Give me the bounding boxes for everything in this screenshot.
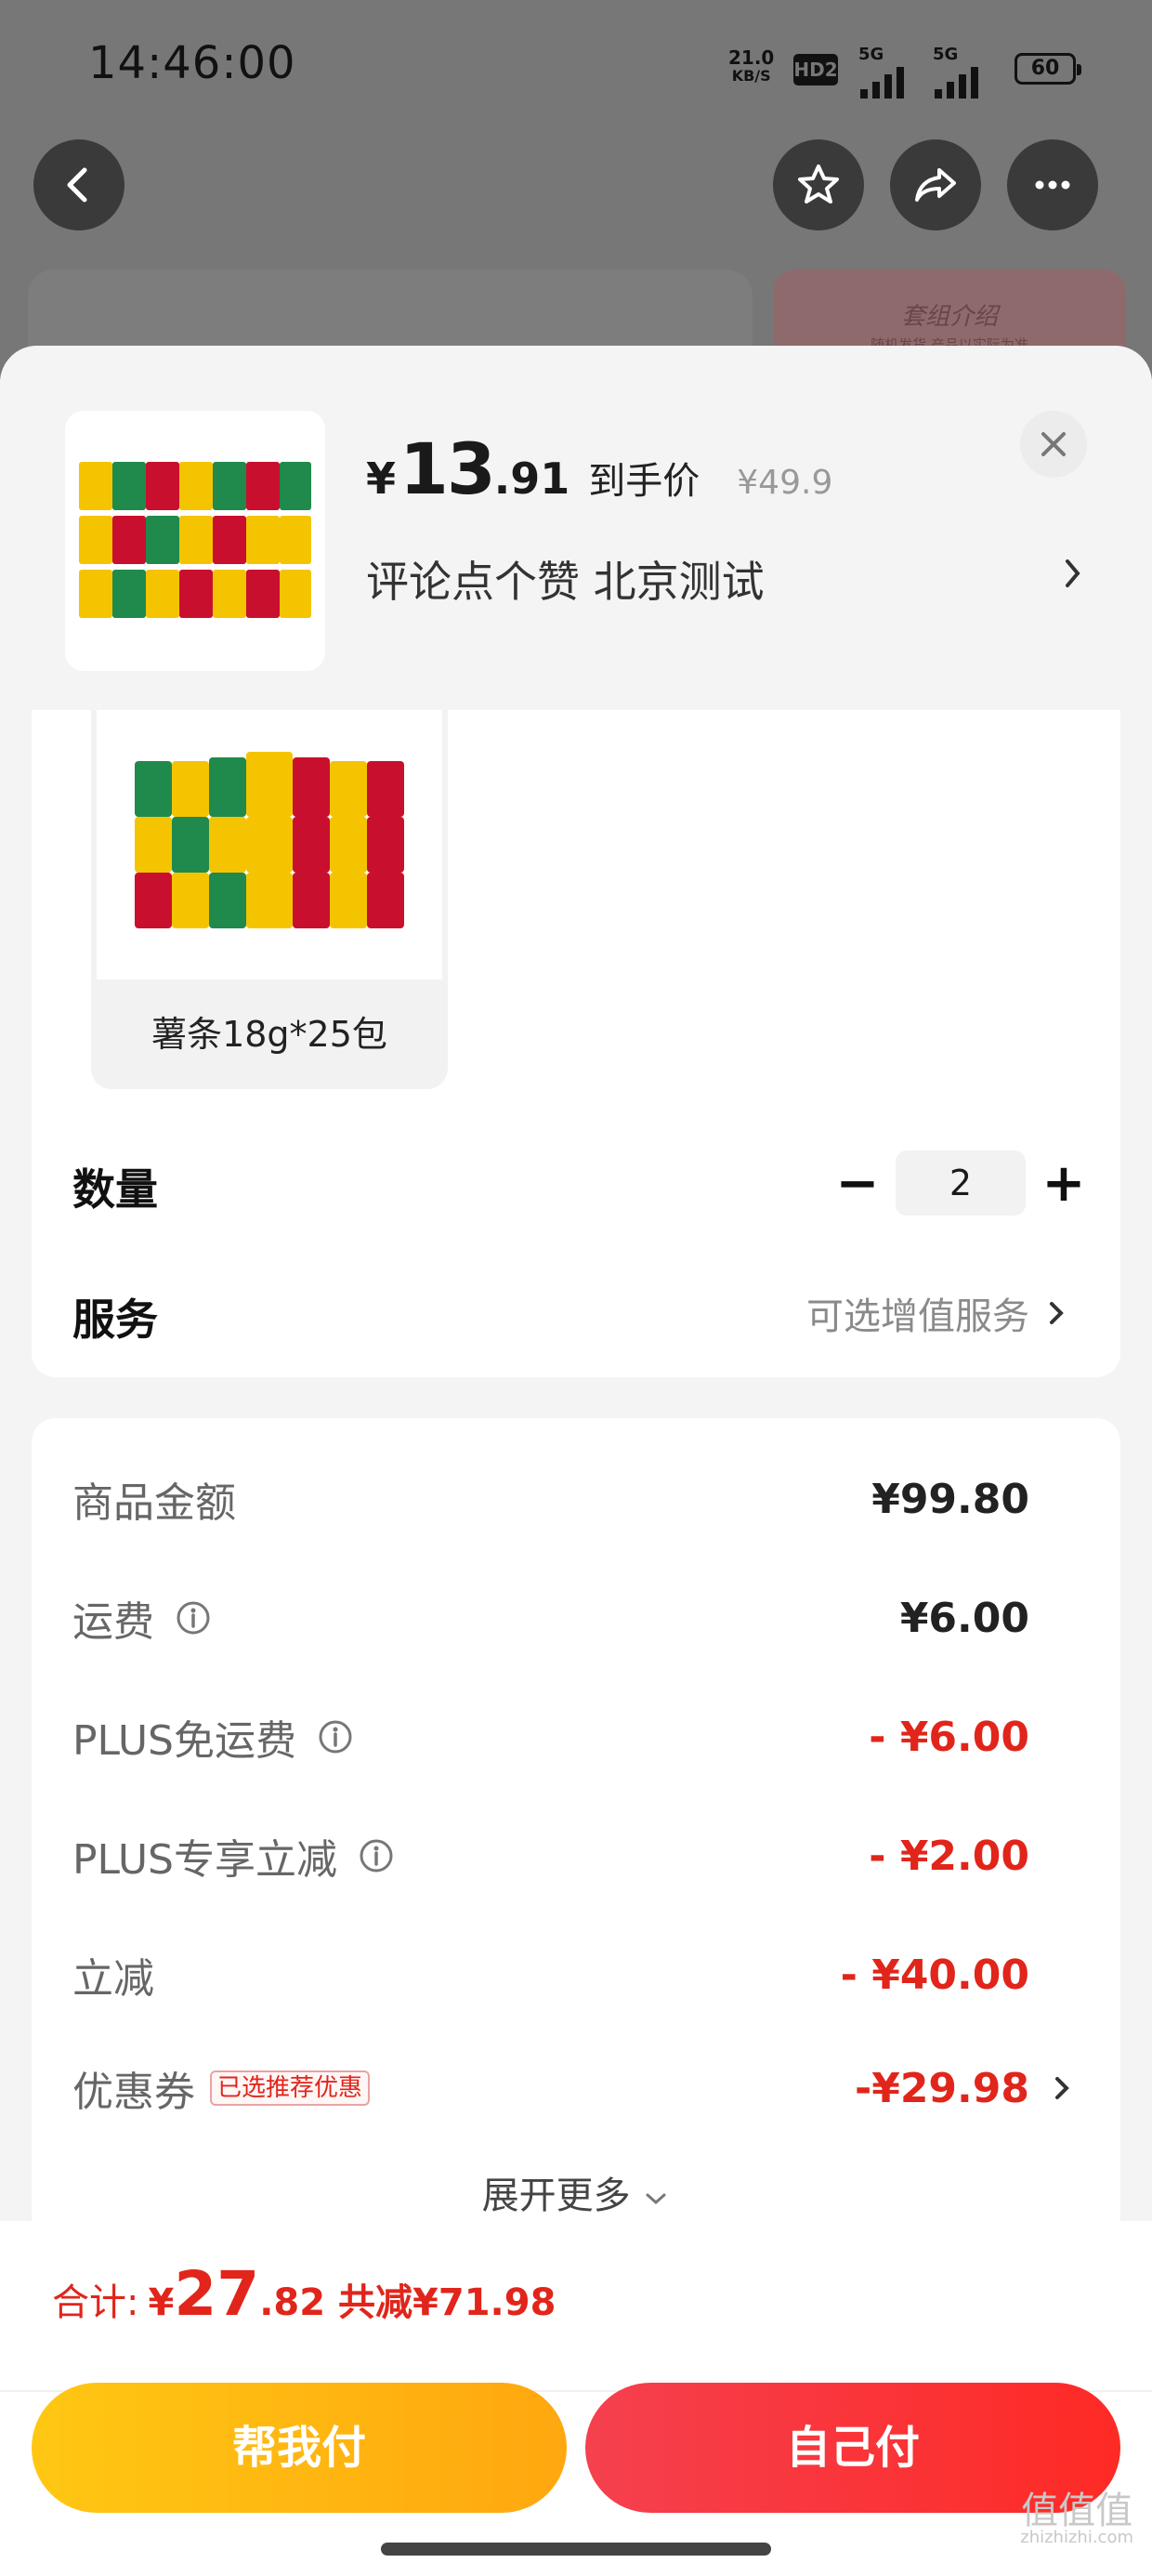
original-price: ¥49.9: [737, 464, 833, 502]
network-speed: 21.0 KB/S: [728, 48, 774, 85]
service-label: 服务: [72, 1295, 158, 1345]
fee-value: - ¥40.00: [840, 1951, 1029, 1999]
total-saved: 共减¥71.98: [338, 2281, 556, 2324]
total-decimal: .82: [259, 2281, 326, 2324]
price-currency: ¥: [366, 453, 397, 504]
watermark-sub: zhizhizhi.com: [1020, 2528, 1133, 2547]
info-icon[interactable]: [358, 1837, 395, 1874]
fee-label: 商品金额: [72, 1479, 236, 1527]
service-selector[interactable]: 可选增值服务: [806, 1286, 1067, 1340]
status-time: 14:46:00: [88, 37, 296, 89]
total-currency: ¥: [148, 2281, 175, 2324]
expand-more-link[interactable]: 展开更多: [32, 2165, 1120, 2219]
fee-label: 运费: [72, 1598, 154, 1646]
watermark: 值值值 zhizhizhi.com: [1020, 2492, 1133, 2546]
sheet-header: ¥ 13 .91 到手价 ¥49.9 评论点个赞 北京测试: [0, 346, 1152, 710]
fee-row-plus-free-shipping: PLUS免运费 - ¥6.00: [72, 1704, 1029, 1769]
close-button[interactable]: [1020, 411, 1087, 478]
fee-label: PLUS免运费: [72, 1717, 296, 1765]
fee-value: - ¥6.00: [869, 1713, 1029, 1761]
variant-label: 薯条18g*25包: [151, 1014, 387, 1055]
total-integer: 27: [174, 2258, 260, 2330]
options-card: 薯条18g*25包 数量 − 2 + 服务 可选增值服务: [32, 710, 1120, 1377]
home-indicator[interactable]: [381, 2543, 771, 2556]
more-dots-icon: [1035, 180, 1070, 190]
chips-pack-image: [79, 462, 311, 618]
signal-label-1: 5G: [858, 45, 884, 64]
chips-pack-image: [135, 752, 404, 928]
total-label: 合计:: [52, 2281, 139, 2324]
battery-icon: 60: [1015, 53, 1081, 85]
share-button[interactable]: [890, 139, 981, 230]
fee-value: -¥29.98: [854, 2064, 1029, 2112]
network-speed-unit: KB/S: [731, 67, 771, 85]
watermark-main: 值值值: [1021, 2490, 1133, 2532]
set-intro-title: 套组介绍: [900, 303, 998, 331]
fee-row-instant-discount: 立减 - ¥40.00: [72, 1942, 1029, 2007]
chevron-right-icon: [1050, 1302, 1064, 1324]
back-arrow-icon: [67, 167, 87, 203]
network-speed-value: 21.0: [728, 46, 775, 69]
more-button[interactable]: [1007, 139, 1098, 230]
chevron-right-icon[interactable]: [1059, 550, 1087, 597]
quantity-input[interactable]: 2: [896, 1150, 1026, 1216]
info-icon[interactable]: [317, 1718, 354, 1755]
selected-spec-summary[interactable]: 评论点个赞 北京测试: [366, 548, 765, 610]
price-decimal: .91: [493, 453, 570, 504]
service-value: 可选增值服务: [806, 1295, 1029, 1338]
fee-label: PLUS专享立减: [72, 1836, 337, 1884]
order-total: 合计: ¥ 27 .82 共减¥71.98: [52, 2258, 556, 2330]
fee-row-shipping: 运费 ¥6.00: [72, 1585, 1029, 1650]
fee-row-plus-discount: PLUS专享立减 - ¥2.00: [72, 1823, 1029, 1888]
share-icon: [915, 168, 956, 202]
hd-voice-icon: HD2: [793, 54, 838, 85]
fee-value: - ¥2.00: [869, 1832, 1029, 1880]
quantity-label: 数量: [72, 1164, 158, 1215]
quantity-minus-button[interactable]: −: [825, 1150, 890, 1216]
quantity-plus-button[interactable]: +: [1031, 1150, 1096, 1216]
pay-for-me-button[interactable]: 帮我付: [32, 2383, 567, 2513]
coupon-badge: 已选推荐优惠: [210, 2070, 371, 2106]
fee-label: 立减: [72, 1955, 154, 2003]
product-thumbnail: [65, 411, 325, 671]
fee-value: ¥6.00: [899, 1594, 1029, 1642]
fee-row-coupon[interactable]: 优惠券 已选推荐优惠 -¥29.98: [72, 2056, 1029, 2121]
price-integer: 13: [399, 427, 496, 510]
close-icon: [1041, 432, 1066, 456]
favorite-button[interactable]: [773, 139, 864, 230]
purchase-sheet: ¥ 13 .91 到手价 ¥49.9 评论点个赞 北京测试 薯条18g*25包 …: [0, 346, 1152, 2576]
fee-row-goods: 商品金额 ¥99.80: [72, 1466, 1029, 1531]
chevron-down-icon: [646, 2193, 666, 2205]
back-button[interactable]: [33, 139, 124, 230]
fee-label: 优惠券: [72, 2069, 195, 2116]
chevron-right-icon[interactable]: [1052, 2070, 1072, 2107]
star-icon: [798, 164, 839, 204]
signal-label-2: 5G: [933, 45, 959, 64]
variant-option-selected[interactable]: 薯条18g*25包: [91, 710, 448, 1089]
fee-value: ¥99.80: [871, 1475, 1029, 1523]
expand-more-label: 展开更多: [481, 2175, 631, 2217]
price-row: ¥ 13 .91 到手价 ¥49.9: [366, 427, 832, 510]
quantity-stepper: − 2 +: [825, 1150, 1096, 1216]
variant-image: [97, 710, 442, 979]
final-price-tag: 到手价: [588, 460, 700, 503]
info-icon[interactable]: [175, 1599, 212, 1636]
fee-breakdown-card: 商品金额 ¥99.80 运费 ¥6.00 PLUS免运费 - ¥6.00 PLU…: [32, 1418, 1120, 2310]
status-bar: 14:46:00 21.0 KB/S HD2 5G 5G 60: [0, 0, 1152, 139]
